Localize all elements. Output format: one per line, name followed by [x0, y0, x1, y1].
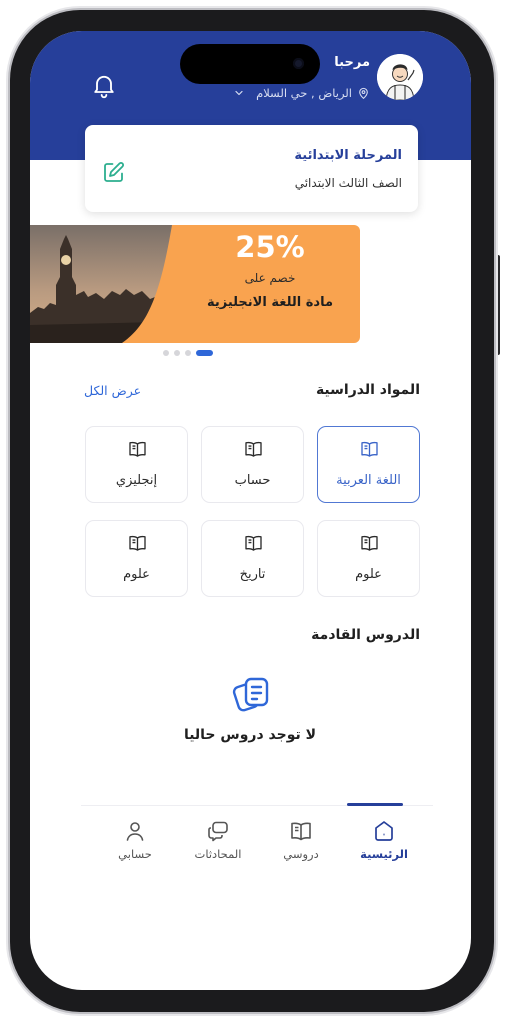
book-icon — [129, 535, 146, 551]
book-icon — [245, 535, 262, 551]
subject-card-science-2[interactable]: علوم — [85, 520, 188, 597]
discount-percent: 25% — [235, 230, 305, 264]
banner-subject-label: مادة اللغة الانجليزية — [206, 295, 334, 310]
home-icon — [375, 821, 393, 841]
bottom-tab-bar: الرئيسية دروسي المحادثات حسابي — [81, 803, 433, 875]
banner-discount-label: خصم على — [244, 271, 296, 285]
subject-label: اللغة العربية — [336, 473, 401, 488]
upcoming-lessons-heading: الدروس القادمة — [311, 627, 420, 643]
avatar[interactable] — [377, 54, 423, 100]
tab-home[interactable]: الرئيسية — [344, 816, 424, 868]
subject-card-english[interactable]: إنجليزي — [85, 426, 188, 503]
carousel-dot-active[interactable] — [196, 350, 213, 356]
stage-title: المرحلة الابتدائية — [294, 148, 402, 163]
tab-label: حسابي — [118, 847, 152, 861]
tab-chats[interactable]: المحادثات — [178, 816, 258, 868]
book-icon — [291, 822, 311, 841]
avatar-illustration — [377, 54, 423, 100]
edit-icon[interactable] — [102, 160, 126, 184]
subjects-heading: المواد الدراسية — [315, 382, 420, 398]
chat-icon — [208, 821, 228, 842]
subject-card-math[interactable]: حساب — [201, 426, 304, 503]
active-tab-indicator — [347, 803, 403, 806]
tab-my-lessons[interactable]: دروسي — [261, 816, 341, 868]
tab-label: المحادثات — [194, 847, 242, 861]
document-icon — [232, 677, 269, 712]
view-all-link[interactable]: عرض الكل — [84, 383, 141, 398]
carousel-dot[interactable] — [174, 350, 180, 356]
book-icon — [245, 441, 262, 457]
tab-my-account[interactable]: حسابي — [95, 816, 175, 868]
notification-bell-icon[interactable] — [90, 71, 118, 99]
grade-level-card: المرحلة الابتدائية الصف الثالث الابتدائي — [85, 125, 418, 212]
app-screen: مرحبا الرياض , حي السلام المرحلة الابتدا… — [30, 31, 471, 990]
chevron-down-icon — [235, 90, 243, 96]
subject-label: علوم — [355, 567, 382, 582]
location-label: الرياض , حي السلام — [256, 86, 352, 100]
subject-label: علوم — [123, 567, 150, 582]
book-icon — [361, 441, 378, 457]
subject-card-history[interactable]: تاريخ — [201, 520, 304, 597]
promo-banner[interactable]: 25% خصم على مادة اللغة الانجليزية — [30, 225, 360, 343]
carousel-indicator — [163, 350, 213, 356]
book-icon — [361, 535, 378, 551]
greeting-text: مرحبا — [334, 55, 370, 70]
carousel-dot[interactable] — [185, 350, 191, 356]
carousel-dot[interactable] — [163, 350, 169, 356]
power-button — [495, 255, 500, 355]
subject-label: إنجليزي — [115, 473, 158, 488]
empty-lessons-message: لا توجد دروس حاليا — [183, 727, 317, 743]
location-selector[interactable]: الرياض , حي السلام — [233, 86, 370, 100]
grade-label: الصف الثالث الابتدائي — [294, 176, 402, 190]
location-pin-icon — [359, 87, 368, 99]
tab-label: دروسي — [283, 847, 319, 861]
camera-lens — [293, 58, 304, 69]
tab-label: الرئيسية — [360, 847, 408, 861]
book-icon — [129, 441, 146, 457]
subject-card-arabic[interactable]: اللغة العربية — [317, 426, 420, 503]
subject-card-science[interactable]: علوم — [317, 520, 420, 597]
user-icon — [126, 822, 144, 841]
subject-label: حساب — [234, 473, 271, 488]
subject-label: تاريخ — [239, 567, 266, 582]
dynamic-island — [180, 44, 320, 84]
